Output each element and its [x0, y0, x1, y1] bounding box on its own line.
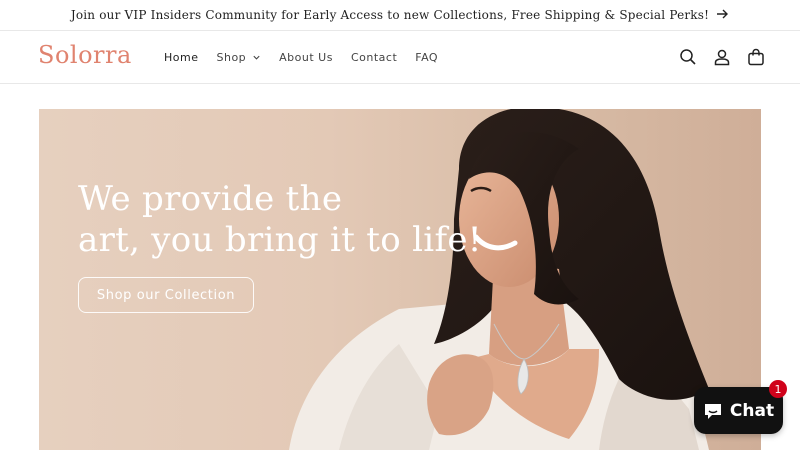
cart-icon[interactable]	[746, 47, 766, 67]
logo[interactable]: Solorra	[38, 41, 132, 69]
shop-collection-button[interactable]: Shop our Collection	[78, 277, 254, 313]
nav-home[interactable]: Home	[155, 51, 207, 64]
nav-shop[interactable]: Shop	[207, 51, 270, 64]
nav-faq[interactable]: FAQ	[406, 51, 447, 64]
arrow-right-icon	[717, 8, 729, 23]
divider	[0, 83, 800, 84]
nav-contact[interactable]: Contact	[342, 51, 406, 64]
nav-home-label: Home	[164, 50, 199, 64]
announcement-bar[interactable]: Join our VIP Insiders Community for Earl…	[0, 0, 800, 30]
hero-title-line1: We provide the	[78, 179, 343, 219]
announcement-text: Join our VIP Insiders Community for Earl…	[70, 8, 710, 22]
announcement-link[interactable]: Join our VIP Insiders Community for Earl…	[71, 8, 729, 23]
hero-title-line2: art, you bring it to life!	[78, 220, 482, 260]
site-header: Solorra Home Shop About Us Contact FAQ	[0, 31, 800, 83]
chat-bubble-icon	[704, 403, 721, 419]
hero-title: We provide the art, you bring it to life…	[78, 179, 482, 261]
chevron-down-icon	[253, 55, 260, 60]
search-icon[interactable]	[678, 47, 698, 67]
chat-notification-badge: 1	[769, 380, 787, 398]
header-icons	[678, 31, 766, 83]
nav-faq-label: FAQ	[415, 50, 439, 64]
chat-label: Chat	[729, 400, 775, 421]
main-nav: Home Shop About Us Contact FAQ	[155, 31, 447, 83]
hero-banner: We provide the art, you bring it to life…	[39, 109, 761, 450]
nav-shop-label: Shop	[216, 50, 247, 64]
account-icon[interactable]	[712, 47, 732, 67]
nav-about[interactable]: About Us	[270, 51, 342, 64]
nav-about-label: About Us	[279, 50, 333, 64]
nav-contact-label: Contact	[350, 50, 398, 64]
